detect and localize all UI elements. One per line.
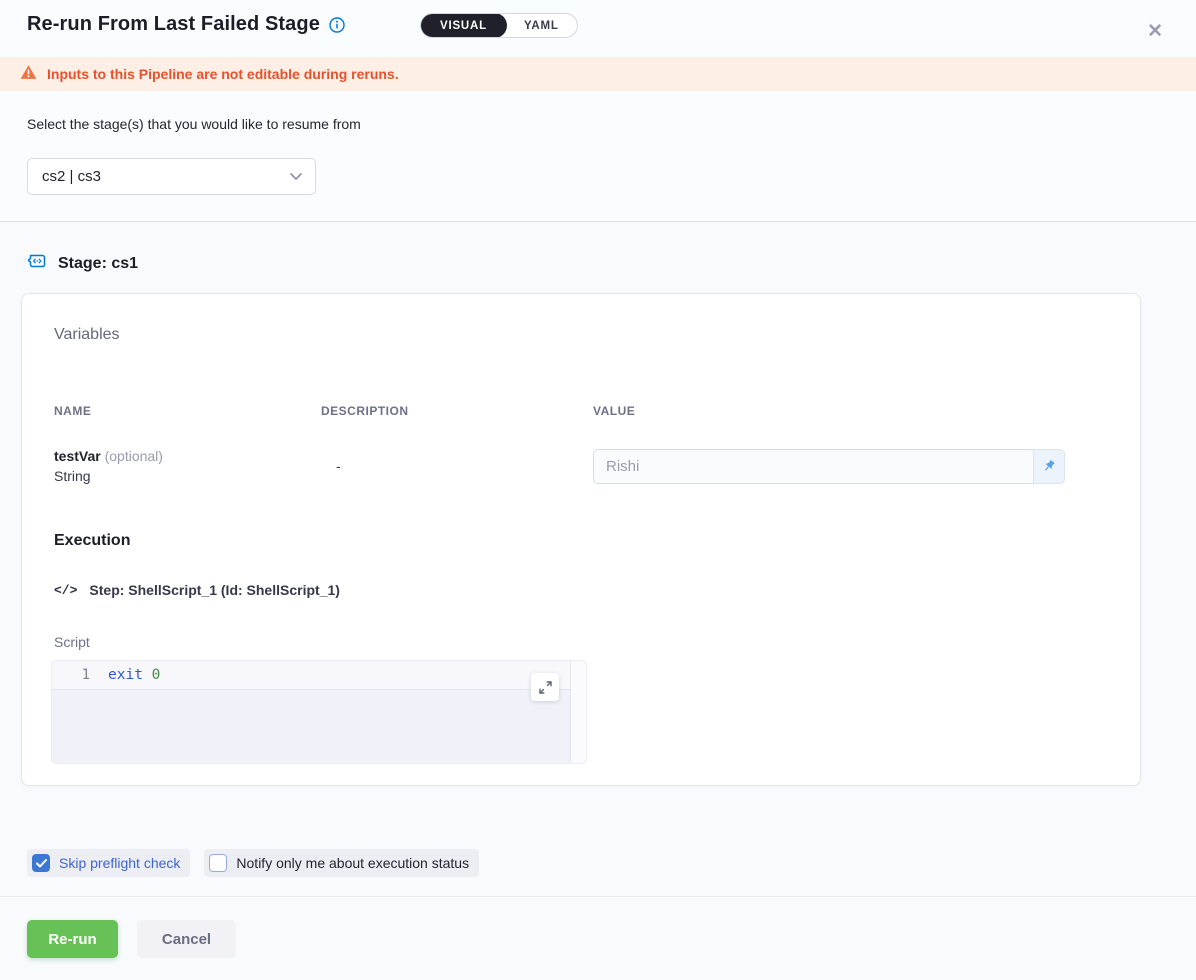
execution-heading: Execution xyxy=(54,532,130,550)
stage-select-value: cs2 | cs3 xyxy=(42,168,289,185)
variable-name-cell: testVar (optional) String xyxy=(54,448,321,484)
notify-me-label: Notify only me about execution status xyxy=(236,855,469,871)
stage-select-label: Select the stage(s) that you would like … xyxy=(27,116,361,132)
stage-select-dropdown[interactable]: cs2 | cs3 xyxy=(27,158,316,195)
table-row: testVar (optional) String - xyxy=(54,448,1108,484)
variable-optional: (optional) xyxy=(101,448,163,464)
code-icon: </> xyxy=(54,583,77,598)
tab-yaml[interactable]: YAML xyxy=(506,14,577,37)
visual-yaml-toggle: VISUAL YAML xyxy=(420,13,578,38)
line-number: 1 xyxy=(52,667,108,683)
step-label: Step: ShellScript_1 (Id: ShellScript_1) xyxy=(89,582,340,598)
col-header-value: VALUE xyxy=(593,404,1108,418)
notify-me-option[interactable]: Notify only me about execution status xyxy=(204,849,479,877)
variable-value-group xyxy=(593,449,1065,484)
code-token-number: 0 xyxy=(143,667,160,683)
warning-text: Inputs to this Pipeline are not editable… xyxy=(47,66,399,82)
stage-select-section: Select the stage(s) that you would like … xyxy=(0,91,1196,222)
variables-table: NAME DESCRIPTION VALUE testVar (optional… xyxy=(54,404,1108,484)
stage-card: Variables NAME DESCRIPTION VALUE testVar… xyxy=(21,293,1141,786)
warning-banner: Inputs to this Pipeline are not editable… xyxy=(0,57,1196,91)
expand-icon[interactable] xyxy=(531,673,559,701)
modal-header: Re-run From Last Failed Stage VISUAL YAM… xyxy=(0,0,1196,57)
step-heading: </> Step: ShellScript_1 (Id: ShellScript… xyxy=(54,582,340,598)
skip-preflight-label: Skip preflight check xyxy=(59,855,180,871)
cancel-button[interactable]: Cancel xyxy=(137,920,236,958)
pin-icon[interactable] xyxy=(1033,449,1065,484)
stage-heading: Stage: cs1 xyxy=(27,251,138,276)
variable-description: - xyxy=(321,458,593,474)
chevron-down-icon xyxy=(289,168,303,186)
options-row: Skip preflight check Notify only me abou… xyxy=(27,849,479,877)
info-icon[interactable] xyxy=(329,17,345,33)
code-line: 1 exit 0 xyxy=(52,661,570,690)
main-content: Stage: cs1 Variables NAME DESCRIPTION VA… xyxy=(0,222,1196,896)
custom-stage-icon xyxy=(27,251,48,276)
page-title: Re-run From Last Failed Stage xyxy=(27,13,320,36)
rerun-modal: Re-run From Last Failed Stage VISUAL YAM… xyxy=(0,0,1196,980)
variable-type: String xyxy=(54,468,321,484)
modal-footer: Re-run Cancel xyxy=(0,896,1196,980)
tab-visual[interactable]: VISUAL xyxy=(420,13,507,38)
skip-preflight-option[interactable]: Skip preflight check xyxy=(27,849,190,877)
checkbox-unchecked-icon[interactable] xyxy=(209,854,227,872)
col-header-description: DESCRIPTION xyxy=(321,404,593,418)
warning-icon xyxy=(20,64,37,85)
rerun-button[interactable]: Re-run xyxy=(27,920,118,958)
script-label: Script xyxy=(54,634,90,650)
editor-scrollbar[interactable] xyxy=(570,661,586,763)
stage-title: Stage: cs1 xyxy=(58,255,138,273)
variable-value-input[interactable] xyxy=(593,449,1033,484)
close-icon[interactable]: ✕ xyxy=(1147,22,1163,41)
code-token-keyword: exit xyxy=(108,667,143,683)
checkbox-checked-icon[interactable] xyxy=(32,854,50,872)
script-editor[interactable]: 1 exit 0 xyxy=(51,660,587,764)
variables-heading: Variables xyxy=(54,326,120,344)
variable-name: testVar xyxy=(54,448,101,464)
col-header-name: NAME xyxy=(54,404,321,418)
